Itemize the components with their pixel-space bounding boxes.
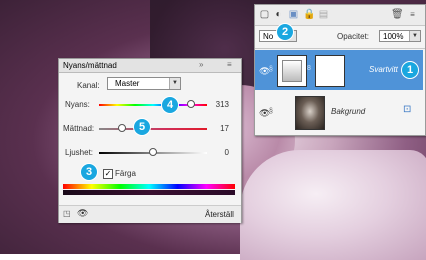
visibility-eye-icon[interactable]: 👁: [77, 208, 88, 219]
blend-mode-value: No: [263, 32, 274, 41]
layer-name: Svartvitt: [369, 65, 398, 74]
lightness-label: Ljushet:: [65, 148, 94, 157]
layer-row-bakgrund[interactable]: 👁 § Bakgrund ⊡: [255, 92, 423, 132]
photo-dress: [240, 150, 426, 260]
color-range-bar-bottom: [63, 190, 235, 195]
chevron-down-icon: ▼: [169, 78, 180, 89]
callout-badge-2: 2: [277, 24, 293, 40]
lightness-value[interactable]: 0: [209, 148, 229, 157]
saturation-slider-track[interactable]: [99, 128, 207, 130]
colorize-label: Färga: [115, 169, 136, 178]
saturation-slider-knob[interactable]: [118, 124, 126, 132]
layer-lock-icon: ⊡: [403, 104, 412, 115]
adjustment-thumbnail: [277, 55, 307, 87]
collapse-icon[interactable]: »: [199, 60, 203, 69]
opacity-label: Opacitet:: [337, 32, 370, 41]
panel-titlebar: Nyans/mättnad » ≡: [59, 59, 241, 73]
panel-menu-icon[interactable]: ≡: [407, 9, 418, 20]
layer-row-svartvitt[interactable]: 👁 § 8 Svartvitt: [255, 50, 423, 90]
panel-footer: ◳ 👁 Återställ: [59, 205, 241, 223]
lightness-slider-knob[interactable]: [149, 148, 157, 156]
panel-title: Nyans/mättnad: [63, 61, 117, 70]
opacity-value: 100%: [383, 32, 404, 41]
callout-badge-3: 3: [81, 164, 97, 180]
lock-pixels-icon[interactable]: ▤: [318, 9, 329, 20]
chevron-down-icon: ▼: [409, 31, 420, 41]
layers-panel: ▢ ◐ ▣ 🔒 ▤ 🗑 ≡ No ▼ Opacitet: 100% ▼ 👁 § …: [254, 4, 426, 136]
callout-badge-5: 5: [134, 119, 150, 135]
opacity-field[interactable]: 100% ▼: [379, 30, 421, 42]
trash-icon[interactable]: 🗑: [391, 9, 404, 20]
callout-badge-1: 1: [402, 62, 418, 78]
panel-menu-icon[interactable]: ≡: [227, 60, 232, 69]
channel-label: Kanal:: [77, 81, 100, 90]
colorize-checkbox[interactable]: ✓: [103, 169, 113, 179]
lock-icon[interactable]: 🔒: [303, 9, 315, 20]
channel-dropdown[interactable]: Master ▼: [107, 77, 181, 90]
link-icon: §: [269, 108, 273, 115]
saturation-label: Mättnad:: [63, 124, 95, 133]
hue-saturation-panel: Nyans/mättnad » ≡ Kanal: Master ▼ Nyans:…: [58, 58, 242, 223]
link-icon: §: [269, 66, 273, 73]
color-range-bar-top: [63, 184, 235, 189]
hue-value[interactable]: 313: [209, 100, 229, 109]
reset-button[interactable]: Återställ: [205, 210, 234, 219]
saturation-value[interactable]: 17: [209, 124, 229, 133]
clip-layer-icon[interactable]: ◳: [63, 209, 71, 218]
hue-slider-knob[interactable]: [187, 100, 195, 108]
new-layer-icon[interactable]: ▢: [259, 9, 270, 20]
hue-label: Nyans:: [65, 100, 90, 109]
background-thumbnail: [295, 96, 325, 130]
chain-link-icon: 8: [307, 65, 311, 72]
channel-value: Master: [115, 79, 140, 88]
layer-mask-thumbnail: [315, 55, 345, 87]
callout-badge-4: 4: [162, 97, 178, 113]
layers-toolbar: ▢ ◐ ▣ 🔒 ▤ 🗑 ≡: [255, 5, 425, 26]
mask-icon[interactable]: ▣: [288, 9, 299, 20]
layer-name: Bakgrund: [331, 107, 366, 116]
adjustment-layer-icon[interactable]: ◐: [273, 9, 284, 20]
